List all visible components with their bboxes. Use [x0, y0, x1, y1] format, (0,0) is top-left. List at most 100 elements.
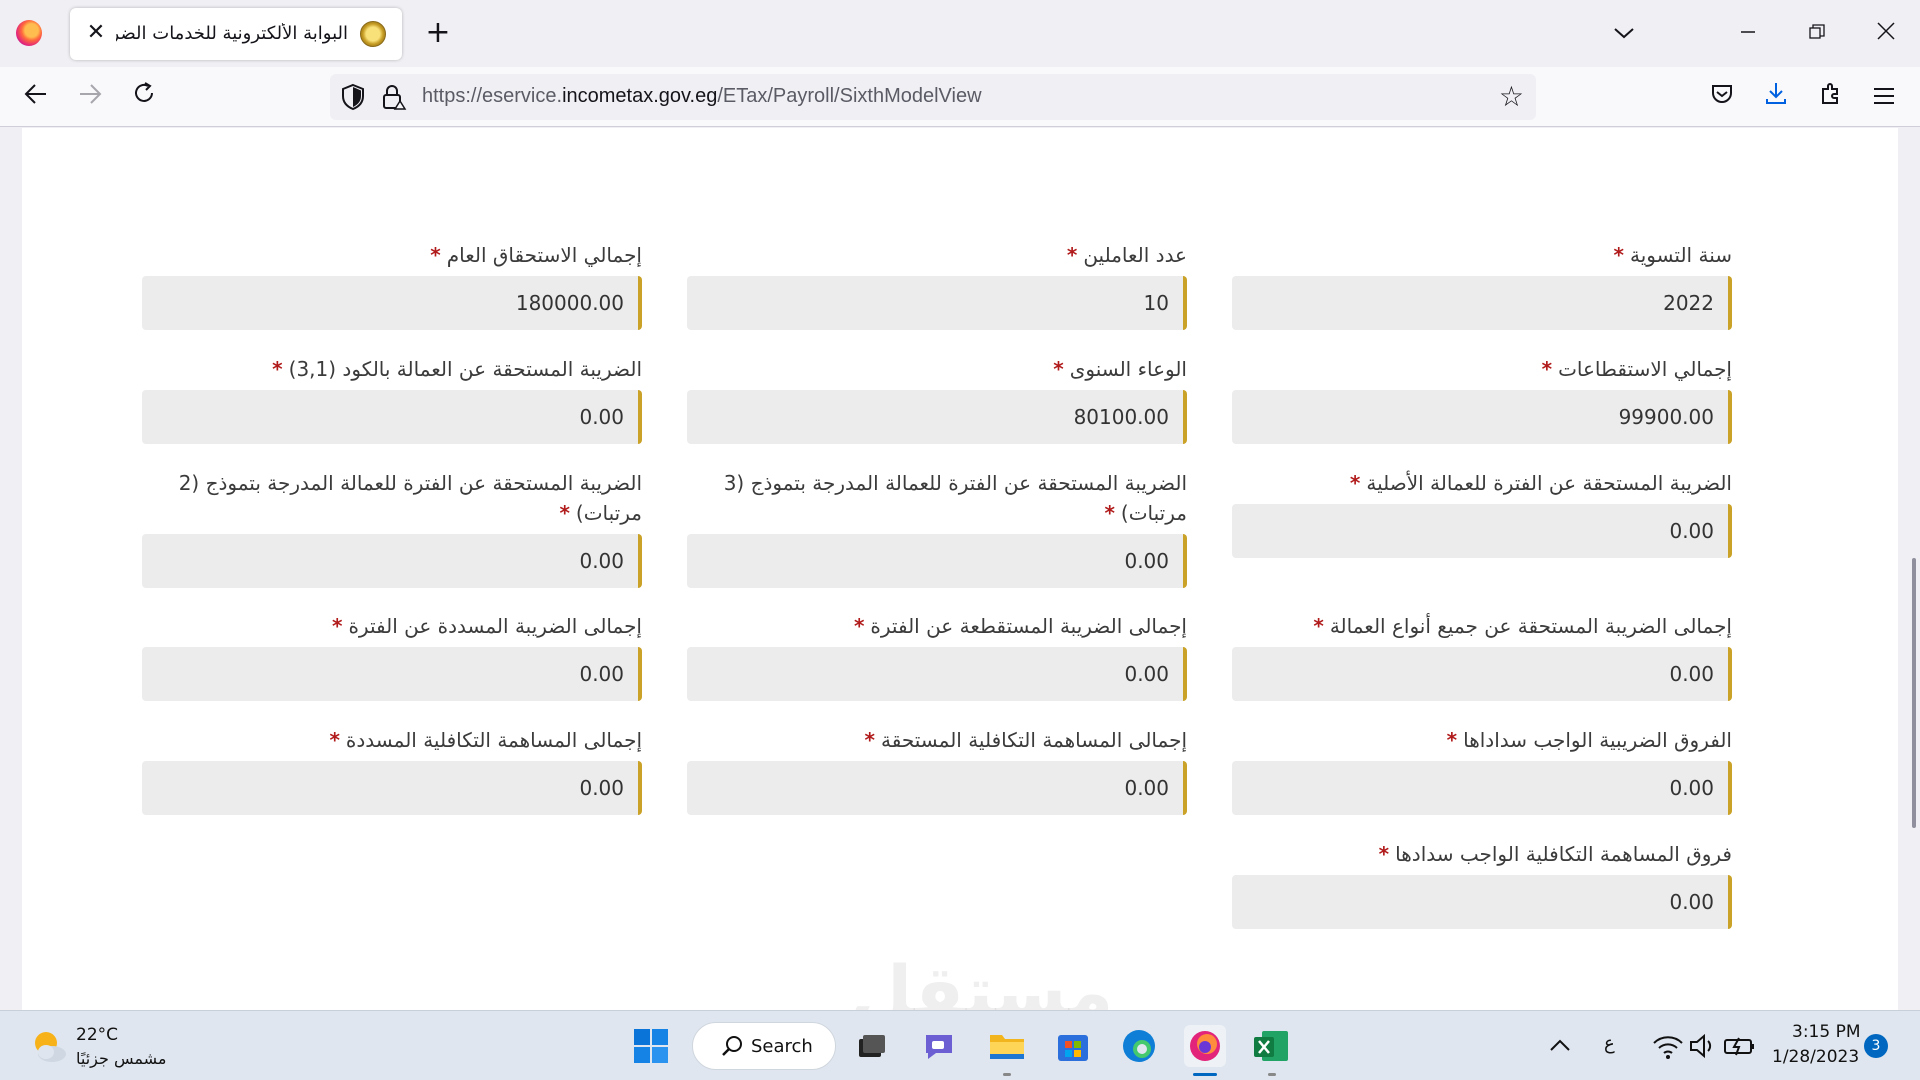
input-language-indicator[interactable]: ع — [1604, 1033, 1615, 1054]
list-all-tabs-chevron-down-icon[interactable] — [1604, 14, 1644, 54]
restore-icon[interactable] — [1797, 14, 1837, 54]
page-content: سنة التسوية* 2022 عدد العاملين* 10 إجمال… — [22, 128, 1898, 1010]
required-mark: * — [1053, 357, 1064, 381]
field-total-tax-all-labor: إجمالى الضريبة المستحقة عن جميع أنواع ال… — [1232, 611, 1732, 701]
settlement-year-input[interactable]: 2022 — [1232, 276, 1732, 330]
total-tax-withheld-input[interactable]: 0.00 — [687, 647, 1187, 701]
field-label: الضريبة المستحقة عن العمالة بالكود (3,1) — [288, 357, 642, 381]
field-label: سنة التسوية — [1629, 243, 1732, 267]
tax-model-3-input[interactable]: 0.00 — [687, 534, 1187, 588]
url-path: /ETax/Payroll/SixthModelView — [717, 85, 982, 107]
field-solidarity-differences: فروق المساهمة التكافلية الواجب سدادها* 0… — [1232, 839, 1732, 929]
field-total-tax-paid: إجمالى الضريبة المسددة عن الفترة* 0.00 — [142, 611, 642, 701]
downloads-icon[interactable] — [1758, 79, 1794, 115]
tracking-protection-shield-icon[interactable] — [340, 83, 368, 111]
excel-icon[interactable] — [1250, 1025, 1292, 1067]
navigation-toolbar: https://eservice.incometax.gov.eg/ETax/P… — [0, 67, 1920, 127]
field-label: إجمالى الضريبة المسددة عن الفترة — [348, 614, 642, 638]
field-label: الضريبة المستحقة عن الفترة للعمالة المدر… — [178, 471, 642, 525]
search-label: Search — [751, 1036, 813, 1057]
total-tax-all-labor-input[interactable]: 0.00 — [1232, 647, 1732, 701]
field-label: فروق المساهمة التكافلية الواجب سدادها — [1395, 842, 1732, 866]
required-mark: * — [559, 501, 570, 525]
required-mark: * — [1446, 728, 1458, 752]
tax-differences-due-input[interactable]: 0.00 — [1232, 761, 1732, 815]
field-label: الفروق الضريبية الواجب سداداها — [1463, 728, 1732, 752]
new-tab-button[interactable]: + — [420, 15, 456, 51]
field-label: الوعاء السنوى — [1069, 357, 1187, 381]
windows-start-icon[interactable] — [630, 1025, 672, 1067]
tax-model-2-input[interactable]: 0.00 — [142, 534, 642, 588]
required-mark: * — [329, 728, 340, 752]
annual-base-input[interactable]: 80100.00 — [687, 390, 1187, 444]
close-window-icon[interactable] — [1866, 14, 1906, 54]
windows-taskbar: 22°C مشمس جزئيًا Search ع 3:15 PM 1/28/2… — [0, 1010, 1920, 1080]
search-icon — [721, 1035, 742, 1056]
tax-original-labor-input[interactable]: 0.00 — [1232, 504, 1732, 558]
weather-temperature[interactable]: 22°C — [76, 1025, 118, 1045]
field-settlement-year: سنة التسوية* 2022 — [1232, 240, 1732, 330]
excel-running-indicator — [1268, 1073, 1276, 1076]
required-mark: * — [1349, 471, 1361, 495]
field-tax-differences-due: الفروق الضريبية الواجب سداداها* 0.00 — [1232, 725, 1732, 815]
page-scrollbar[interactable] — [1898, 128, 1920, 1010]
pocket-icon[interactable] — [1704, 79, 1740, 115]
battery-charging-icon[interactable] — [1722, 1025, 1758, 1067]
show-hidden-icons-chevron-up-icon[interactable] — [1540, 1025, 1580, 1067]
teams-chat-icon[interactable] — [918, 1025, 960, 1067]
edge-browser-icon[interactable] — [1118, 1025, 1160, 1067]
field-label: عدد العاملين — [1083, 243, 1187, 267]
volume-icon[interactable] — [1686, 1025, 1720, 1067]
field-label: إجمالى الضريبة المستحقة عن جميع أنواع ال… — [1329, 614, 1732, 638]
notification-count-badge[interactable]: 3 — [1864, 1034, 1888, 1058]
app-menu-hamburger-icon[interactable] — [1866, 79, 1902, 115]
field-annual-base: الوعاء السنوى* 80100.00 — [687, 354, 1187, 444]
url-text[interactable]: https://eservice.incometax.gov.eg/ETax/P… — [422, 85, 982, 108]
clock-time[interactable]: 3:15 PM — [1792, 1022, 1861, 1042]
file-explorer-running-indicator — [1003, 1073, 1011, 1076]
minimize-icon[interactable] — [1728, 14, 1768, 54]
extensions-puzzle-icon[interactable] — [1813, 79, 1849, 115]
taskbar-search[interactable]: Search — [692, 1022, 836, 1070]
required-mark: * — [430, 243, 441, 267]
file-explorer-icon[interactable] — [986, 1025, 1028, 1067]
reload-icon[interactable] — [126, 79, 162, 115]
required-mark: * — [272, 357, 283, 381]
weather-description[interactable]: مشمس جزئيًا — [76, 1049, 166, 1068]
solidarity-due-input[interactable]: 0.00 — [687, 761, 1187, 815]
task-view-icon[interactable] — [850, 1025, 892, 1067]
required-mark: * — [1613, 243, 1624, 267]
field-total-general-entitlement: إجمالي الاستحقاق العام* 180000.00 — [142, 240, 642, 330]
firefox-view-icon[interactable] — [16, 20, 42, 46]
field-label: الضريبة المستحقة عن الفترة للعمالة المدر… — [723, 471, 1187, 525]
field-tax-original-labor: الضريبة المستحقة عن الفترة للعمالة الأصل… — [1232, 468, 1732, 558]
site-security-lock-icon[interactable] — [380, 83, 408, 111]
bookmark-star-icon[interactable]: ☆ — [1499, 81, 1524, 113]
clock-date[interactable]: 1/28/2023 — [1772, 1047, 1859, 1067]
total-general-entitlement-input[interactable]: 180000.00 — [142, 276, 642, 330]
tab-strip: البوابة الألكترونية للخدمات الضريبية ✕ + — [0, 0, 1920, 67]
field-label: إجمالي الاستحقاق العام — [446, 243, 642, 267]
tax-authority-favicon-icon — [360, 21, 386, 47]
scrollbar-thumb[interactable] — [1912, 558, 1916, 828]
active-tab[interactable]: البوابة الألكترونية للخدمات الضريبية ✕ — [70, 8, 402, 60]
tab-close-icon[interactable]: ✕ — [82, 19, 110, 47]
url-bar[interactable]: https://eservice.incometax.gov.eg/ETax/P… — [330, 74, 1536, 120]
field-tax-model-2: الضريبة المستحقة عن الفترة للعمالة المدر… — [142, 468, 642, 588]
field-label: إجمالى المساهمة التكافلية المستحقة — [881, 728, 1187, 752]
field-employee-count: عدد العاملين* 10 — [687, 240, 1187, 330]
required-mark: * — [1066, 243, 1078, 267]
microsoft-store-icon[interactable] — [1052, 1025, 1094, 1067]
tax-code-3-1-input[interactable]: 0.00 — [142, 390, 642, 444]
total-deductions-input[interactable]: 99900.00 — [1232, 390, 1732, 444]
solidarity-differences-input[interactable]: 0.00 — [1232, 875, 1732, 929]
total-tax-paid-input[interactable]: 0.00 — [142, 647, 642, 701]
forward-arrow-icon[interactable] — [72, 79, 108, 115]
firefox-taskbar-icon[interactable] — [1184, 1025, 1226, 1067]
wifi-icon[interactable] — [1650, 1025, 1686, 1067]
field-solidarity-due: إجمالى المساهمة التكافلية المستحقة* 0.00 — [687, 725, 1187, 815]
employee-count-input[interactable]: 10 — [687, 276, 1187, 330]
partly-sunny-weather-icon[interactable] — [30, 1027, 68, 1065]
back-arrow-icon[interactable] — [18, 79, 54, 115]
solidarity-paid-input[interactable]: 0.00 — [142, 761, 642, 815]
